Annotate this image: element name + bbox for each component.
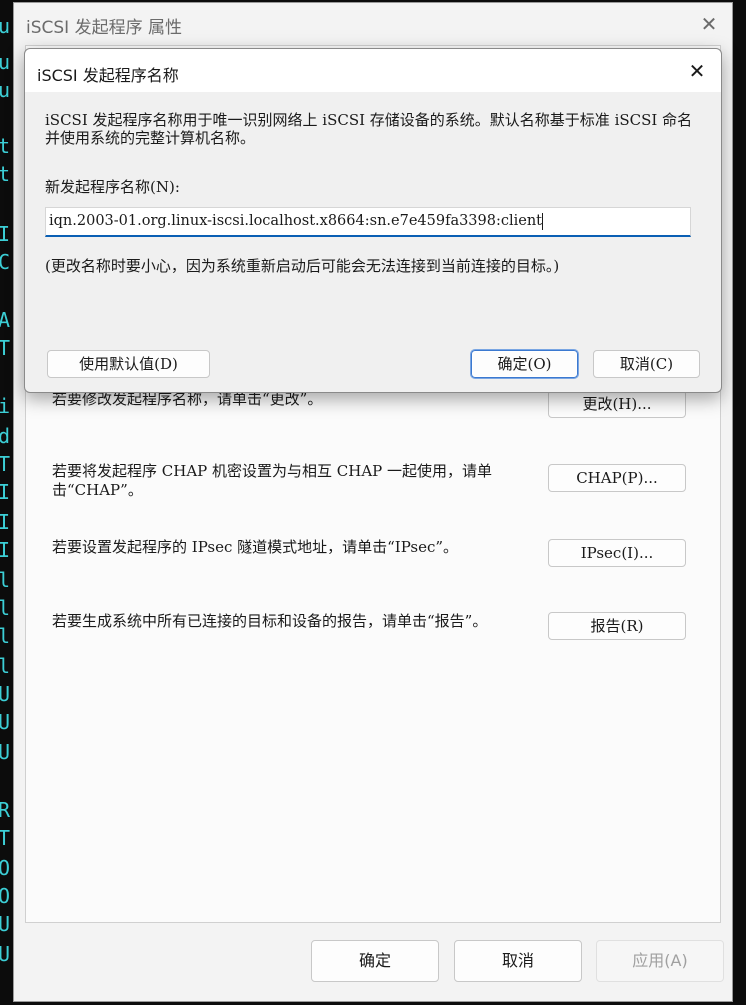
- chap-text: 若要将发起程序 CHAP 机密设置为与相互 CHAP 一起使用，请单击“CHAP…: [52, 462, 493, 499]
- cancel-button[interactable]: 取消: [454, 940, 582, 982]
- window-title: iSCSI 发起程序 属性: [26, 18, 182, 38]
- dialog-title: iSCSI 发起程序名称: [37, 66, 179, 85]
- use-default-button[interactable]: 使用默认值(D): [47, 350, 210, 378]
- terminal-glyph: I: [0, 538, 11, 562]
- ipsec-button[interactable]: IPsec(I)...: [548, 539, 686, 567]
- terminal-glyph: i: [0, 394, 11, 418]
- terminal-glyph: d: [0, 424, 11, 448]
- initiator-name-input[interactable]: iqn.2003-01.org.linux-iscsi.localhost.x8…: [45, 207, 691, 237]
- terminal-glyph: U: [0, 942, 11, 966]
- initiator-name-dialog: iSCSI 发起程序名称 ✕ iSCSI 发起程序名称用于唯一识别网络上 iSC…: [24, 48, 722, 393]
- close-icon[interactable]: ✕: [696, 11, 722, 37]
- new-name-label: 新发起程序名称(N):: [45, 178, 180, 196]
- terminal-glyph: I: [0, 510, 11, 534]
- terminal-glyph: I: [0, 480, 11, 504]
- terminal-glyph: T: [0, 336, 11, 360]
- terminal-glyph: l: [0, 624, 11, 648]
- ipsec-text: 若要设置发起程序的 IPsec 隧道模式地址，请单击“IPsec”。: [52, 538, 459, 556]
- change-button[interactable]: 更改(H)...: [548, 390, 686, 418]
- chap-button[interactable]: CHAP(P)...: [548, 464, 686, 492]
- terminal-glyph: T: [0, 452, 11, 476]
- dialog-titlebar: iSCSI 发起程序名称 ✕: [25, 49, 721, 92]
- terminal-glyph: I: [0, 222, 11, 246]
- report-button[interactable]: 报告(R): [548, 612, 686, 640]
- dialog-description: iSCSI 发起程序名称用于唯一识别网络上 iSCSI 存储设备的系统。默认名称…: [45, 111, 693, 147]
- terminal-glyph: O: [0, 856, 11, 880]
- dialog-cancel-button[interactable]: 取消(C): [593, 350, 700, 378]
- terminal-glyph: l: [0, 596, 11, 620]
- terminal-glyph: u: [0, 14, 11, 38]
- apply-button[interactable]: 应用(A): [596, 940, 724, 982]
- terminal-glyph: l: [0, 568, 11, 592]
- terminal-glyph: u: [0, 50, 11, 74]
- close-icon[interactable]: ✕: [683, 57, 711, 85]
- terminal-glyph: T: [0, 826, 11, 850]
- terminal-glyph: U: [0, 740, 11, 764]
- terminal-glyph: U: [0, 912, 11, 936]
- terminal-glyph: R: [0, 798, 11, 822]
- terminal-glyph: t: [0, 134, 11, 158]
- terminal-glyph: U: [0, 710, 11, 734]
- initiator-name-value: iqn.2003-01.org.linux-iscsi.localhost.x8…: [49, 213, 543, 229]
- terminal-glyph: C: [0, 250, 11, 274]
- terminal-glyph: U: [0, 682, 11, 706]
- report-text: 若要生成系统中所有已连接的目标和设备的报告，请单击“报告”。: [52, 612, 488, 630]
- terminal-glyph: t: [0, 162, 11, 186]
- warning-text: (更改名称时要小心，因为系统重新启动后可能会无法连接到当前连接的目标。): [45, 257, 560, 275]
- terminal-glyph: l: [0, 654, 11, 678]
- dialog-ok-button[interactable]: 确定(O): [470, 349, 579, 379]
- terminal-glyph: A: [0, 308, 11, 332]
- ok-button[interactable]: 确定: [311, 940, 439, 982]
- text-caret: [542, 212, 544, 230]
- terminal-glyph: O: [0, 884, 11, 908]
- terminal-glyph: u: [0, 78, 11, 102]
